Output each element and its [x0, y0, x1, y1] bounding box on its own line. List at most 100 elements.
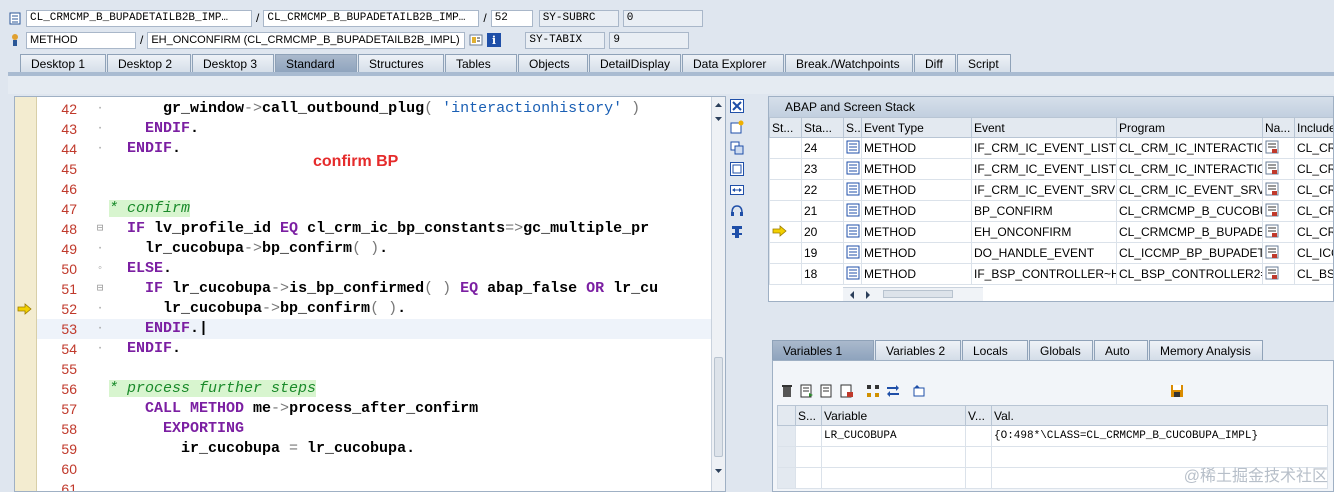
code-line[interactable]: 49 · lr_cucobupa->bp_confirm( ). — [37, 239, 711, 259]
tab-globals[interactable]: Globals — [1029, 340, 1093, 360]
navigate-icon[interactable] — [1262, 263, 1295, 285]
services-icon[interactable] — [729, 224, 745, 240]
stack-row[interactable]: 19 METHOD DO_HANDLE_EVENT CL_ICCMP_BP_BUPAD… — [769, 242, 1333, 264]
variable-name-cell[interactable] — [821, 446, 966, 468]
code-line[interactable]: 61 — [37, 479, 711, 491]
display-object-icon[interactable] — [469, 33, 483, 47]
column-header[interactable]: Event Type — [861, 117, 972, 138]
code-line[interactable]: 42 · gr_window->call_outbound_plug( 'inte… — [37, 99, 711, 119]
export-icon[interactable] — [819, 383, 835, 399]
stack-scroll-thumb[interactable] — [883, 290, 953, 298]
code-line[interactable]: 58 EXPORTING — [37, 419, 711, 439]
tab-script[interactable]: Script — [957, 54, 1011, 73]
tab-detaildisplay[interactable]: DetailDisplay — [589, 54, 681, 73]
code-line[interactable]: 53 · ENDIF.| — [37, 319, 711, 339]
sysvar-value-1[interactable]: 0 — [622, 9, 703, 27]
tab-desktop-1[interactable]: Desktop 1 — [20, 54, 106, 73]
code-line[interactable]: 54 · ENDIF. — [37, 339, 711, 359]
column-header[interactable]: S... — [795, 405, 822, 426]
navigate-icon[interactable] — [1262, 200, 1295, 222]
tab-objects[interactable]: Objects — [518, 54, 588, 73]
column-header[interactable]: Val. — [991, 405, 1328, 426]
info-icon[interactable]: i — [487, 33, 502, 47]
include-field[interactable]: CL_CRMCMP_B_BUPADETAILB2B_IMP… — [263, 9, 480, 27]
code-line[interactable]: 47 * confirm — [37, 199, 711, 219]
variable-name-cell[interactable] — [821, 467, 966, 489]
event-type-field[interactable]: METHOD — [26, 31, 136, 49]
variable-name-cell[interactable]: LR_CUCOBUPA — [821, 425, 966, 447]
code-line[interactable]: 52 · lr_cucobupa->bp_confirm( ). — [17, 299, 711, 319]
hierarchy-icon[interactable] — [865, 383, 881, 399]
tab-breakpoints[interactable]: Break./Watchpoints — [785, 54, 913, 73]
column-header[interactable]: Event — [971, 117, 1117, 138]
stack-row[interactable]: 20 METHOD EH_ONCONFIRM CL_CRMCMP_B_BUPADE… C… — [769, 221, 1333, 243]
source-code-editor[interactable]: 42 · gr_window->call_outbound_plug( 'inte… — [14, 96, 726, 492]
tab-structures[interactable]: Structures — [358, 54, 444, 73]
resize-icon[interactable] — [729, 182, 745, 198]
column-header[interactable]: S... — [843, 117, 862, 138]
tab-desktop-3[interactable]: Desktop 3 — [192, 54, 274, 73]
navigate-icon[interactable] — [1262, 137, 1295, 159]
column-header[interactable]: Program — [1116, 117, 1263, 138]
code-line[interactable]: 55 — [37, 359, 711, 379]
stack-horizontal-scrollbar[interactable] — [843, 287, 983, 301]
tab-tables[interactable]: Tables — [445, 54, 517, 73]
sysvar-value-2[interactable]: 9 — [609, 31, 690, 49]
code-line[interactable]: 48 ⊟ IF lv_profile_id EQ cl_crm_ic_bp_con… — [37, 219, 711, 239]
swap-tool-icon[interactable] — [729, 140, 745, 156]
tab-variables-2[interactable]: Variables 2 — [875, 340, 961, 360]
code-line[interactable]: 57 CALL METHOD me->process_after_confirm — [37, 399, 711, 419]
code-line[interactable]: 59 ir_cucobupa = lr_cucobupa. — [37, 439, 711, 459]
tag-icon[interactable] — [911, 383, 927, 399]
stack-row[interactable]: 18 METHOD IF_BSP_CONTROLLER~H… CL_BSP_CONTR… — [769, 263, 1333, 285]
variable-row[interactable]: LR_CUCOBUPA {O:498*\CLASS=CL_CRMCMP_B_CUC… — [777, 425, 1328, 447]
code-line[interactable]: 46 — [37, 179, 711, 199]
column-header[interactable]: Sta... — [801, 117, 844, 138]
code-line[interactable]: 50 ◦ ELSE. — [37, 259, 711, 279]
close-icon[interactable] — [729, 98, 745, 114]
event-name-field[interactable]: EH_ONCONFIRM (CL_CRMCMP_B_BUPADETAILB2B_… — [147, 31, 466, 49]
code-line[interactable]: 51 ⊟ IF lr_cucobupa->is_bp_confirmed( ) E… — [37, 279, 711, 299]
breakpoint-gutter[interactable] — [15, 97, 37, 491]
tab-data-explorer[interactable]: Data Explorer — [682, 54, 784, 73]
save-icon[interactable] — [1169, 383, 1185, 399]
code-line[interactable]: 60 — [37, 459, 711, 479]
import-icon[interactable] — [799, 383, 815, 399]
tab-auto[interactable]: Auto — [1094, 340, 1148, 360]
editor-vertical-scrollbar[interactable] — [711, 97, 725, 491]
maximize-icon[interactable] — [729, 161, 745, 177]
transfer-icon[interactable] — [885, 383, 901, 399]
stack-row[interactable]: 21 METHODBP_CONFIRMCL_CRMCMP_B_CUCOBU… CL_… — [769, 200, 1333, 222]
save-variables-icon[interactable] — [839, 383, 855, 399]
tab-locals[interactable]: Locals — [962, 340, 1028, 360]
navigate-icon[interactable] — [1262, 179, 1295, 201]
new-tool-icon[interactable] — [729, 119, 745, 135]
delete-icon[interactable] — [779, 383, 795, 399]
column-header[interactable]: Na... — [1262, 117, 1295, 138]
navigate-icon[interactable] — [1262, 221, 1295, 243]
stack-row[interactable]: 24 METHOD IF_CRM_IC_EVENT_LIST… CL_CRM_IC_I… — [769, 137, 1333, 159]
editor-scroll-thumb[interactable] — [714, 357, 723, 457]
tab-variables-1[interactable]: Variables 1 — [772, 340, 874, 360]
tab-diff[interactable]: Diff — [914, 54, 956, 73]
column-header[interactable]: Include — [1294, 117, 1333, 138]
tab-standard[interactable]: Standard — [275, 54, 357, 73]
program-field[interactable]: CL_CRMCMP_B_BUPADETAILB2B_IMP… — [26, 9, 252, 27]
code-line[interactable]: 56 * process further steps — [37, 379, 711, 399]
column-header[interactable]: Variable — [821, 405, 966, 426]
fold-toggle-icon[interactable]: ⊟ — [95, 219, 105, 239]
line-field[interactable]: 52 — [490, 9, 533, 27]
fold-toggle-icon[interactable]: ⊟ — [95, 279, 105, 299]
headset-icon[interactable] — [729, 203, 745, 219]
navigate-icon[interactable] — [1262, 242, 1295, 264]
tab-desktop-2[interactable]: Desktop 2 — [107, 54, 191, 73]
navigate-icon[interactable] — [1262, 158, 1295, 180]
column-header[interactable]: St... — [769, 117, 802, 138]
stack-row[interactable]: 22 METHOD IF_CRM_IC_EVENT_SRV… CL_CRM_IC_EV… — [769, 179, 1333, 201]
tab-memory-analysis[interactable]: Memory Analysis — [1149, 340, 1263, 360]
sysvar-name-2[interactable]: SY-TABIX — [525, 31, 606, 49]
stack-row[interactable]: 23 METHOD IF_CRM_IC_EVENT_LIST… CL_CRM_IC_I… — [769, 158, 1333, 180]
sysvar-name-1[interactable]: SY-SUBRC — [538, 9, 619, 27]
column-header[interactable]: V... — [965, 405, 992, 426]
code-line[interactable]: 43 · ENDIF. — [37, 119, 711, 139]
